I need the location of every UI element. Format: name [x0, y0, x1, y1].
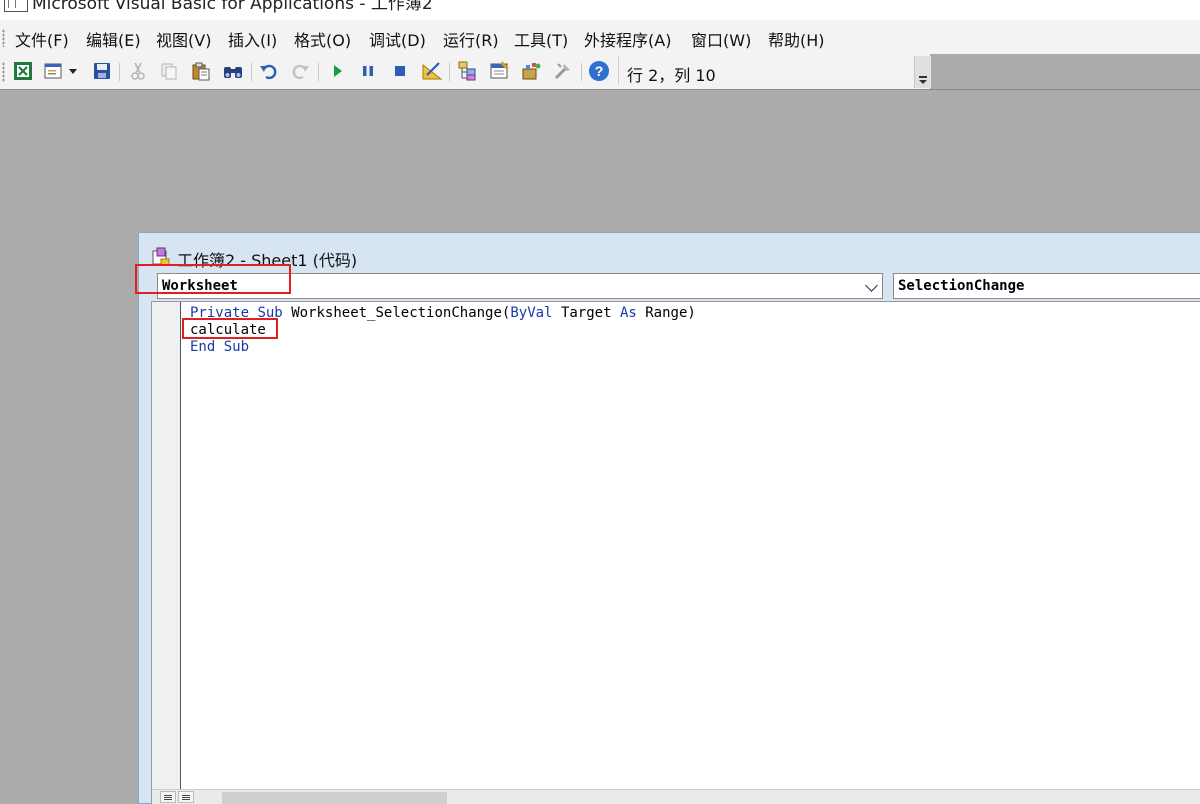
- reset-icon[interactable]: [389, 60, 411, 82]
- code-window-icon: [151, 247, 171, 267]
- procedure-combo-box[interactable]: SelectionChange: [893, 273, 1200, 299]
- code-margin-indicator-bar[interactable]: [152, 302, 181, 804]
- toolbar-separator: [581, 63, 582, 81]
- code-line-3[interactable]: End Sub: [190, 339, 249, 355]
- keyword-sub: Sub: [223, 339, 250, 355]
- standard-toolbar: ? 行 2，列 10: [0, 54, 930, 90]
- break-icon[interactable]: [357, 60, 379, 82]
- scrollbar-thumb[interactable]: [222, 792, 447, 804]
- toolbox-icon[interactable]: [552, 60, 574, 82]
- menubar-grip-handle[interactable]: [2, 29, 5, 47]
- keyword-as: As: [619, 305, 637, 321]
- menu-help[interactable]: 帮助(H): [768, 27, 825, 51]
- toolbar-grip-handle[interactable]: [2, 62, 5, 82]
- parameter-name: Target: [560, 305, 612, 321]
- window-title: Microsoft Visual Basic for Applications …: [32, 0, 433, 14]
- procedure-combo-value: SelectionChange: [898, 278, 1025, 294]
- code-line-1[interactable]: Private Sub Worksheet_SelectionChange(By…: [190, 305, 696, 321]
- design-mode-icon[interactable]: [421, 60, 443, 82]
- menu-view[interactable]: 视图(V): [156, 27, 211, 51]
- menu-run[interactable]: 运行(R): [443, 27, 499, 51]
- object-combo-box[interactable]: Worksheet: [157, 273, 883, 299]
- full-module-view-icon[interactable]: [178, 791, 194, 803]
- undo-icon[interactable]: [258, 60, 280, 82]
- parameter-type: Range): [645, 305, 696, 321]
- code-line-2[interactable]: calculate: [190, 322, 266, 338]
- keyword-private: Private: [190, 305, 250, 321]
- menu-format[interactable]: 格式(O): [294, 27, 351, 51]
- toolbar-bottom-border: [0, 89, 1200, 90]
- horizontal-scrollbar[interactable]: [152, 789, 1200, 804]
- view-excel-icon[interactable]: [12, 60, 34, 82]
- title-bar: Microsoft Visual Basic for Applications …: [0, 0, 1200, 20]
- procedure-name: Worksheet_SelectionChange(: [291, 305, 511, 321]
- menu-addins[interactable]: 外接程序(A): [584, 27, 671, 51]
- toolbar-separator: [251, 63, 252, 81]
- code-window[interactable]: 工作簿2 - Sheet1 (代码) Worksheet SelectionCh…: [138, 232, 1200, 804]
- calculate-statement: calculate: [190, 322, 266, 338]
- help-icon[interactable]: ?: [588, 60, 610, 82]
- toolbar-separator: [119, 63, 120, 81]
- code-window-title: 工作簿2 - Sheet1 (代码): [177, 251, 358, 270]
- run-icon[interactable]: [326, 60, 348, 82]
- cursor-position-status: 行 2，列 10: [618, 57, 919, 85]
- toolbar-options-chevron-icon[interactable]: [914, 56, 931, 88]
- redo-icon[interactable]: [289, 60, 311, 82]
- properties-icon[interactable]: [489, 60, 511, 82]
- paste-icon[interactable]: [190, 60, 212, 82]
- menu-tools[interactable]: 工具(T): [514, 27, 568, 51]
- menu-edit[interactable]: 编辑(E): [86, 27, 141, 51]
- menu-bar: 文件(F) 编辑(E) 视图(V) 插入(I) 格式(O) 调试(D) 运行(R…: [0, 20, 1200, 54]
- procedure-view-icon[interactable]: [160, 791, 176, 803]
- keyword-sub: Sub: [257, 305, 283, 321]
- toolbar-separator: [449, 63, 450, 81]
- save-icon[interactable]: [91, 60, 113, 82]
- svg-text:?: ?: [595, 63, 604, 79]
- object-combo-value: Worksheet: [162, 278, 238, 294]
- menu-insert[interactable]: 插入(I): [228, 27, 277, 51]
- code-editor[interactable]: Private Sub Worksheet_SelectionChange(By…: [151, 301, 1200, 804]
- cursor-position-text: 行 2，列 10: [627, 66, 716, 85]
- vba-app-icon: [4, 0, 28, 12]
- insert-module-icon[interactable]: [42, 60, 64, 82]
- chevron-down-icon[interactable]: [865, 279, 878, 292]
- project-explorer-icon[interactable]: [457, 60, 479, 82]
- insert-dropdown-arrow-icon[interactable]: [66, 60, 80, 82]
- menu-file[interactable]: 文件(F): [15, 27, 69, 51]
- copy-icon[interactable]: [158, 60, 180, 82]
- menu-debug[interactable]: 调试(D): [369, 27, 426, 51]
- cut-icon[interactable]: [127, 60, 149, 82]
- keyword-byval: ByVal: [510, 305, 553, 321]
- menu-window[interactable]: 窗口(W): [691, 27, 751, 51]
- keyword-end: End: [190, 339, 216, 355]
- object-browser-icon[interactable]: [520, 60, 542, 82]
- find-icon[interactable]: [222, 60, 244, 82]
- toolbar-separator: [318, 63, 319, 81]
